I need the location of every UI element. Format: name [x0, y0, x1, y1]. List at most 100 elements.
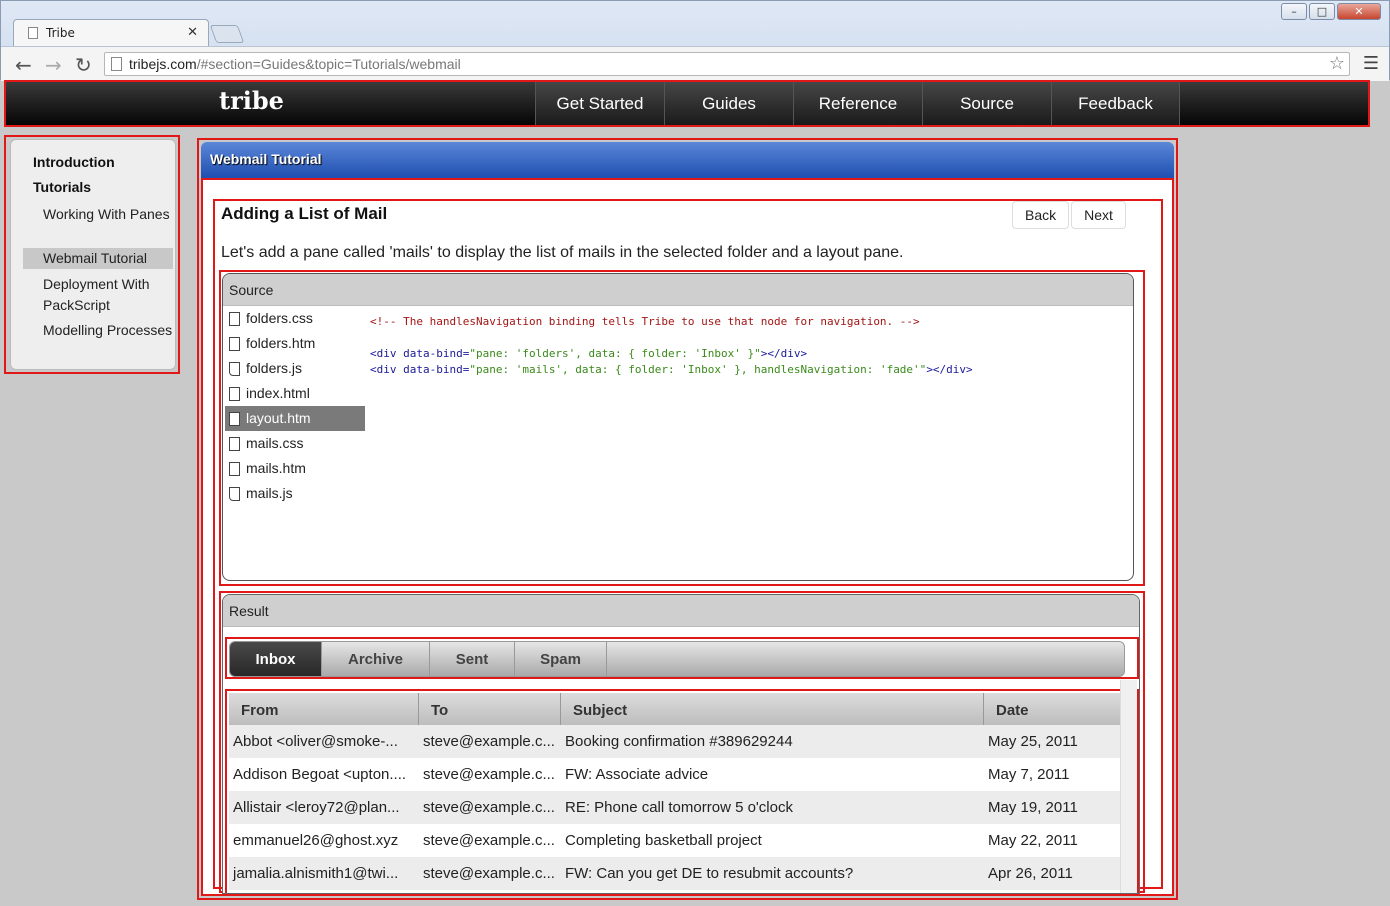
- tab-title: Tribe: [46, 26, 75, 40]
- htm-file-icon: [229, 336, 240, 351]
- source-viewer: Source folders.css folders.htm folders.j…: [222, 273, 1134, 581]
- table-row[interactable]: Abbot <oliver@smoke-... steve@example.c.…: [229, 725, 1125, 758]
- table-row[interactable]: emmanuel26@ghost.xyz steve@example.c... …: [229, 824, 1125, 857]
- content-panel: Webmail Tutorial Adding a List of Mail B…: [197, 138, 1178, 900]
- table-row[interactable]: Addison Begoat <upton.... steve@example.…: [229, 758, 1125, 791]
- sidebar-item-tutorials[interactable]: Tutorials: [33, 179, 91, 195]
- cell-to: steve@example.c...: [423, 799, 555, 816]
- source-section: Source folders.css folders.htm folders.j…: [219, 270, 1145, 586]
- sidebar-item-working-with-panes[interactable]: Working With Panes: [23, 204, 173, 225]
- column-header-subject[interactable]: Subject: [561, 693, 984, 725]
- file-item-selected[interactable]: layout.htm: [225, 406, 365, 431]
- close-window-icon[interactable]: ✕: [1337, 3, 1381, 20]
- menu-icon[interactable]: ☰: [1363, 53, 1379, 74]
- page-icon: [111, 57, 122, 71]
- forward-arrow-icon[interactable]: →: [45, 53, 62, 77]
- tab-sent[interactable]: Sent: [430, 642, 515, 676]
- table-row[interactable]: Allistair <leroy72@plan... steve@example…: [229, 791, 1125, 824]
- tab-spam[interactable]: Spam: [515, 642, 607, 676]
- cell-subject: FW: Associate advice: [565, 766, 709, 783]
- back-arrow-icon[interactable]: ←: [15, 53, 32, 77]
- result-label: Result: [223, 595, 1139, 627]
- cell-date: May 19, 2011: [988, 799, 1078, 816]
- file-item[interactable]: mails.js: [225, 481, 365, 506]
- file-item[interactable]: mails.htm: [225, 456, 365, 481]
- browser-tab[interactable]: Tribe ✕: [13, 19, 209, 46]
- file-item[interactable]: folders.css: [225, 306, 365, 331]
- cell-date: May 22, 2011: [988, 832, 1078, 849]
- htm-file-icon: [229, 411, 240, 426]
- close-tab-icon[interactable]: ✕: [187, 25, 198, 40]
- sidebar-item-webmail-tutorial[interactable]: Webmail Tutorial: [23, 248, 173, 269]
- table-row[interactable]: jamalia.alnismith1@twi... steve@example.…: [229, 857, 1125, 890]
- htm-file-icon: [229, 461, 240, 476]
- tab-inbox[interactable]: Inbox: [230, 642, 322, 676]
- new-tab-button[interactable]: [209, 25, 245, 43]
- sidebar-item-deployment-with-packscript[interactable]: Deployment With PackScript: [23, 274, 173, 316]
- column-header-date[interactable]: Date: [984, 693, 1125, 725]
- cell-date: Apr 26, 2011: [988, 865, 1073, 882]
- minimize-icon[interactable]: –: [1281, 3, 1307, 20]
- side-nav-panel: Introduction Tutorials Working With Pane…: [10, 139, 176, 370]
- cell-from: Addison Begoat <upton....: [233, 766, 407, 783]
- file-item[interactable]: folders.js: [225, 356, 365, 381]
- site-header: tribe Get Started Guides Reference Sourc…: [4, 80, 1370, 127]
- page-icon: [28, 27, 38, 39]
- htm-file-icon: [229, 386, 240, 401]
- cell-subject: RE: Phone call tomorrow 5 o'clock: [565, 799, 793, 816]
- nav-guides[interactable]: Guides: [664, 82, 793, 125]
- top-nav: Get Started Guides Reference Source Feed…: [535, 82, 1180, 125]
- grid-header: From To Subject Date: [229, 693, 1125, 725]
- css-file-icon: [229, 436, 240, 451]
- maximize-icon[interactable]: □: [1309, 3, 1335, 20]
- js-file-icon: [229, 486, 240, 501]
- css-file-icon: [229, 311, 240, 326]
- lesson-description: Let's add a pane called 'mails' to displ…: [221, 244, 904, 261]
- lesson: Adding a List of Mail Back Next Let's ad…: [213, 199, 1163, 894]
- cell-date: May 7, 2011: [988, 766, 1070, 783]
- side-nav: Introduction Tutorials Working With Pane…: [4, 135, 180, 374]
- mail-grid-container: From To Subject Date Abbot <oliver@smoke…: [225, 689, 1139, 893]
- column-header-from[interactable]: From: [229, 693, 419, 725]
- nav-reference[interactable]: Reference: [793, 82, 922, 125]
- code-comment: <!-- The handlesNavigation binding tells…: [370, 315, 920, 328]
- source-label: Source: [223, 274, 1133, 306]
- window-controls: – □ ✕: [1281, 3, 1381, 20]
- cell-subject: Completing basketball project: [565, 832, 762, 849]
- panel-body: Adding a List of Mail Back Next Let's ad…: [201, 178, 1174, 896]
- reload-icon[interactable]: ↻: [75, 53, 92, 77]
- url-text: tribejs.com/#section=Guides&topic=Tutori…: [129, 56, 461, 72]
- code-view: <!-- The handlesNavigation binding tells…: [370, 315, 973, 376]
- cell-date: May 25, 2011: [988, 733, 1078, 750]
- column-header-to[interactable]: To: [419, 693, 561, 725]
- bookmark-star-icon[interactable]: ☆: [1329, 53, 1345, 74]
- back-button[interactable]: Back: [1012, 201, 1070, 229]
- js-file-icon: [229, 361, 240, 376]
- next-button[interactable]: Next: [1071, 201, 1126, 229]
- address-bar[interactable]: tribejs.com/#section=Guides&topic=Tutori…: [104, 52, 1350, 76]
- cell-subject: Booking confirmation #389629244: [565, 733, 793, 750]
- result-viewer: Result Inbox Archive Sent Spam From To S…: [222, 594, 1140, 894]
- folder-tabs-container: Inbox Archive Sent Spam: [225, 637, 1139, 679]
- file-item[interactable]: folders.htm: [225, 331, 365, 356]
- nav-source[interactable]: Source: [922, 82, 1051, 125]
- pager: Back Next: [1010, 201, 1126, 229]
- sidebar-item-introduction[interactable]: Introduction: [33, 154, 115, 170]
- sidebar-item-modelling-processes[interactable]: Modelling Processes: [23, 320, 173, 341]
- panel-header: Webmail Tutorial: [201, 142, 1174, 178]
- file-item[interactable]: mails.css: [225, 431, 365, 456]
- tab-archive[interactable]: Archive: [322, 642, 430, 676]
- nav-feedback[interactable]: Feedback: [1051, 82, 1180, 125]
- file-item[interactable]: index.html: [225, 381, 365, 406]
- cell-to: steve@example.c...: [423, 733, 555, 750]
- mail-grid: From To Subject Date Abbot <oliver@smoke…: [229, 693, 1125, 890]
- grid-rows: Abbot <oliver@smoke-... steve@example.c.…: [229, 725, 1125, 890]
- cell-to: steve@example.c...: [423, 766, 555, 783]
- cell-to: steve@example.c...: [423, 832, 555, 849]
- cell-from: jamalia.alnismith1@twi...: [233, 865, 399, 882]
- site-logo[interactable]: tribe: [219, 86, 284, 115]
- nav-get-started[interactable]: Get Started: [535, 82, 664, 125]
- result-section: Result Inbox Archive Sent Spam From To S…: [219, 591, 1145, 894]
- cell-to: steve@example.c...: [423, 865, 555, 882]
- grid-scrollbar[interactable]: [1120, 680, 1137, 893]
